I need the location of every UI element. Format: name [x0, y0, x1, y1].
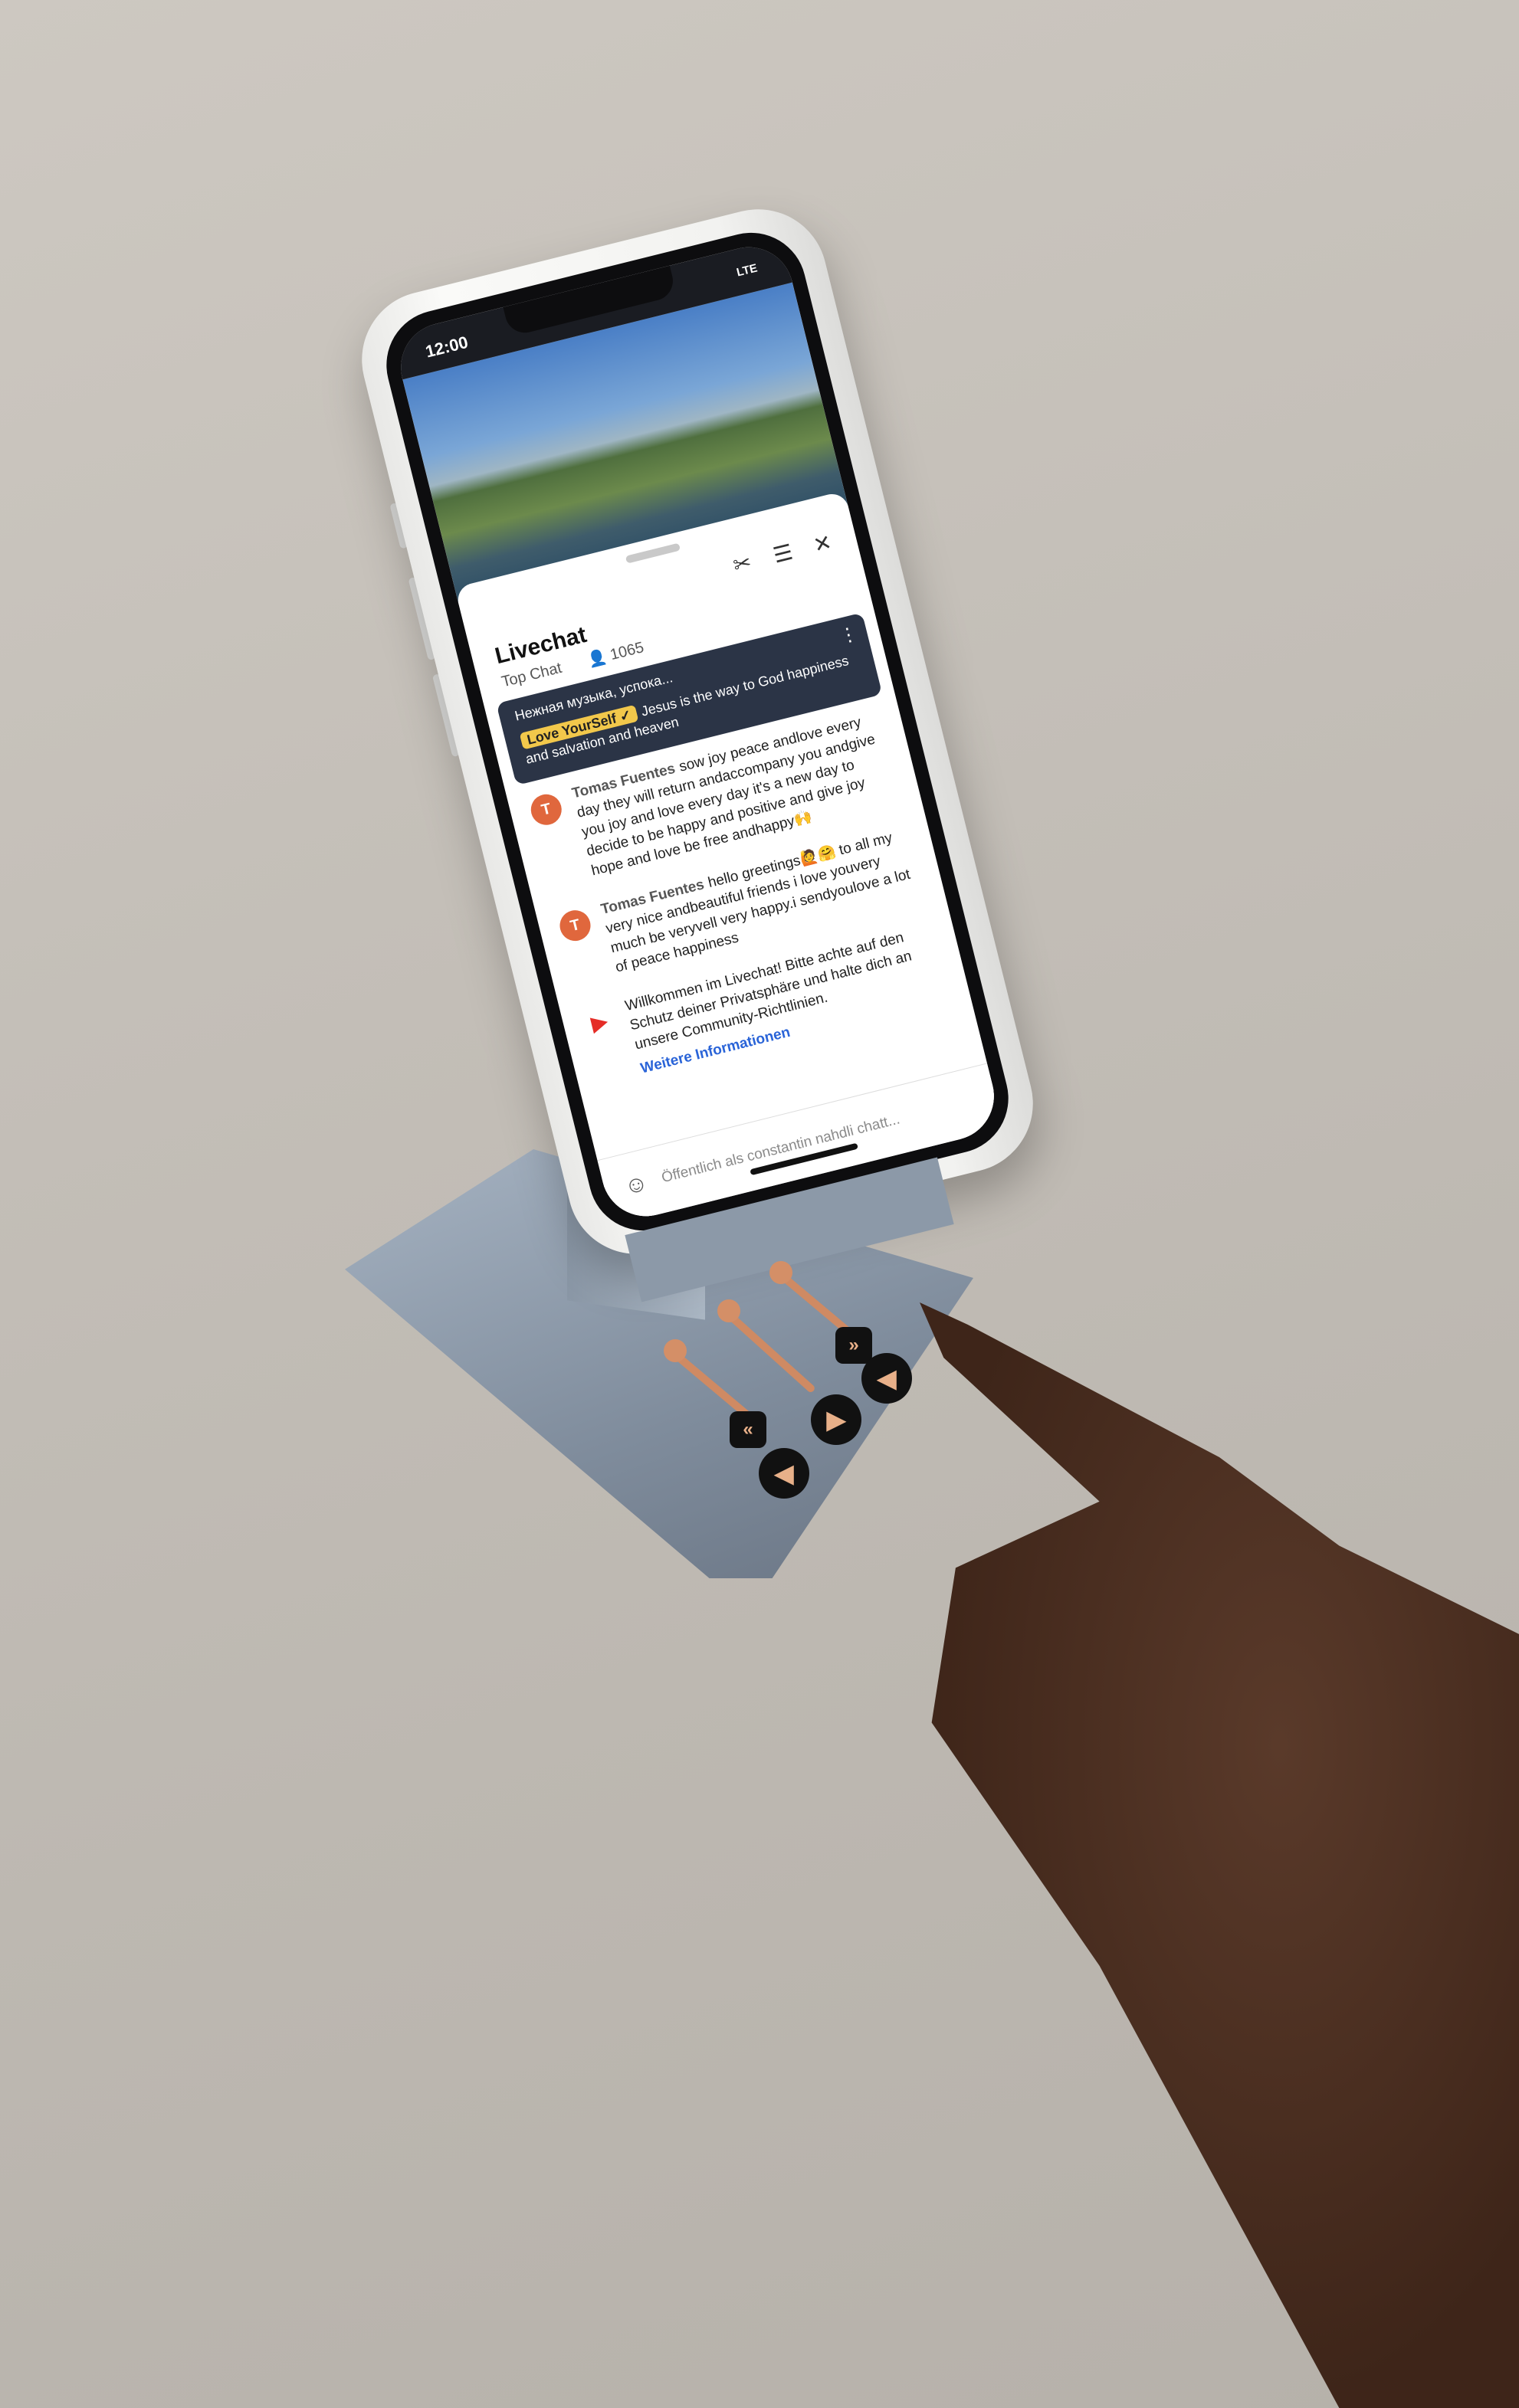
youtube-icon: ▶ — [580, 1004, 618, 1041]
sliders-icon[interactable]: ☰ — [770, 539, 796, 568]
slider-knob[interactable] — [664, 1339, 687, 1362]
volume-down-icon[interactable]: ◀ — [759, 1448, 809, 1499]
avatar[interactable]: T — [527, 791, 565, 828]
phone-screen: 12:00 LTE ✂ ☰ ✕ Livechat Top Chat 👤 1065… — [391, 238, 1004, 1226]
slider-knob[interactable] — [717, 1299, 740, 1322]
hand — [920, 1302, 1519, 2408]
more-icon[interactable]: ⋮ — [837, 622, 860, 648]
play-pause-icon[interactable]: ▶ — [811, 1394, 861, 1445]
close-icon[interactable]: ✕ — [811, 529, 835, 559]
livechat-panel: ✂ ☰ ✕ Livechat Top Chat 👤 1065 Нежная му… — [454, 490, 1004, 1226]
status-network: LTE — [735, 261, 759, 280]
status-time: 12:00 — [423, 332, 471, 362]
viewer-count: 1065 — [608, 639, 646, 664]
slider-knob[interactable] — [769, 1261, 792, 1284]
volume-up-icon[interactable]: ◀ — [861, 1353, 912, 1404]
previous-icon[interactable]: « — [730, 1411, 766, 1448]
next-icon[interactable]: » — [835, 1327, 872, 1364]
avatar[interactable]: T — [556, 906, 594, 945]
drag-handle[interactable] — [625, 542, 681, 564]
scene: 12:00 LTE ✂ ☰ ✕ Livechat Top Chat 👤 1065… — [0, 0, 1519, 2408]
scissors-icon[interactable]: ✂ — [730, 549, 754, 578]
user-icon: 👤 — [586, 648, 609, 670]
chat-title: Livechat — [492, 621, 589, 670]
phone: 12:00 LTE ✂ ☰ ✕ Livechat Top Chat 👤 1065… — [347, 195, 1048, 1269]
emoji-icon[interactable]: ☺ — [622, 1170, 651, 1201]
